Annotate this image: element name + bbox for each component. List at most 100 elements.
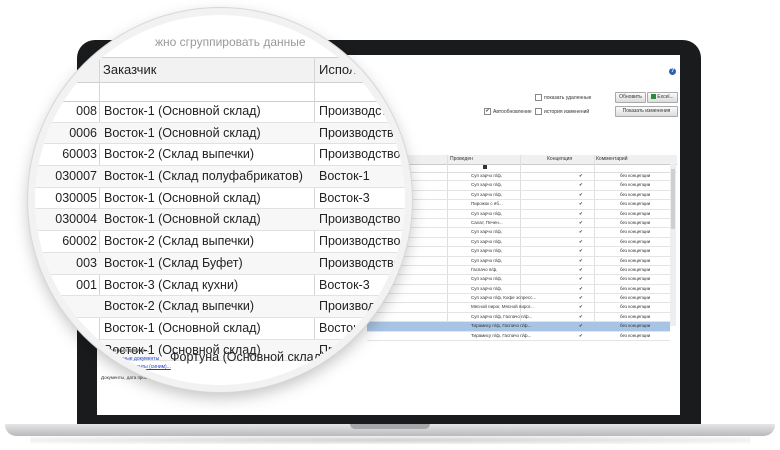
table-row[interactable]: Суп харчо п/ф, ✔ без концепции — [367, 275, 670, 285]
row-number: 0006 — [69, 125, 97, 140]
table-row[interactable]: 030007 Восток-1 (Склад полуфабрикатов) Вос… — [35, 166, 405, 188]
conducted-check-icon[interactable]: ✔ — [579, 172, 583, 180]
excel-label: Excel... — [657, 94, 674, 100]
conducted-check-icon[interactable]: ✔ — [579, 313, 583, 321]
table-row[interactable]: Суп харчо п/ф, ✔ без концепции — [367, 247, 670, 257]
row-number: 030007 — [55, 169, 97, 184]
change-history-check-icon[interactable] — [535, 108, 542, 115]
row-concept: без концепции — [620, 248, 651, 254]
table-row[interactable]: Тирамису п/ф, Гаспачо п/ф... ✔ без концепц… — [367, 332, 670, 342]
conducted-check-icon[interactable]: ✔ — [579, 238, 583, 246]
table-row[interactable]: Мясной пирог, Мясной пирог... ✔ без концеп… — [367, 303, 670, 313]
table-row[interactable]: Тирамису п/ф, Гаспачо п/ф... ✔ без концепц… — [367, 322, 670, 332]
row-producer: Производство Во — [319, 255, 405, 270]
conducted-check-icon[interactable]: ✔ — [579, 247, 583, 255]
table-row[interactable]: 003 Восток-1 (Склад Буфет) Производство Во — [35, 252, 405, 275]
table-row[interactable]: Восток-2 (Склад выпечки) Производство — [35, 296, 405, 318]
row-product: Пирожок с яб... — [471, 201, 503, 207]
filter-square-icon[interactable] — [483, 165, 487, 169]
conducted-check-icon[interactable]: ✔ — [579, 257, 583, 265]
conducted-check-icon[interactable]: ✔ — [579, 228, 583, 236]
table-row[interactable]: 001 Восток-3 (Склад кухни) Восток-3 — [35, 275, 405, 297]
table-row[interactable]: Салат, Печен... ✔ без концепции — [367, 219, 670, 229]
table-row[interactable]: 030004 Восток-1 (Основной склад) Производс… — [35, 209, 405, 232]
autoupdate-label: Автообновление — [493, 108, 532, 115]
row-product: Суп харчо п/ф, — [471, 229, 503, 235]
grid-body: Суп харчо п/ф, ✔ без концепции Суп харчо п/… — [367, 172, 670, 342]
row-supplier: Восток-1 (Основной склад) — [104, 104, 261, 118]
table-row[interactable]: Суп харчо п/ф, Гаспачо п/ф... ✔ без концеп… — [367, 313, 670, 323]
row-number: 003 — [76, 255, 97, 270]
col-supplier[interactable]: Заказчик — [103, 62, 156, 77]
magnified-filter-row[interactable] — [35, 81, 405, 102]
row-supplier: Восток-2 (Склад выпечки) — [104, 147, 254, 162]
scrollbar-thumb[interactable] — [671, 169, 675, 229]
vertical-scrollbar[interactable] — [670, 164, 676, 326]
excel-export-button[interactable]: Excel... — [647, 92, 678, 103]
conducted-check-icon[interactable]: ✔ — [579, 332, 583, 340]
table-row[interactable]: Восток-1 (Основной склад) Восток-3 — [35, 318, 405, 340]
conducted-check-icon[interactable]: ✔ — [579, 294, 583, 302]
row-concept: без концепции — [620, 173, 651, 178]
table-row[interactable]: Суп харчо п/ф, ✔ без концепции — [367, 181, 670, 191]
table-row[interactable]: Гаспачо п/ф, ✔ без концепции — [367, 266, 670, 276]
table-row[interactable]: 60003 Восток-2 (Склад выпечки) Производств… — [35, 144, 405, 167]
conducted-check-icon[interactable]: ✔ — [579, 210, 583, 218]
conducted-check-icon[interactable]: ✔ — [579, 181, 583, 189]
table-row[interactable]: Суп харчо п/ф, ✔ без концепции — [367, 257, 670, 266]
conducted-check-icon[interactable]: ✔ — [579, 219, 583, 227]
legend-unconducted: Непроведенные документы — [95, 356, 160, 362]
conducted-check-icon[interactable]: ✔ — [579, 303, 583, 311]
col-comment[interactable]: Комментарий — [596, 156, 628, 162]
show-deleted-check-icon[interactable] — [535, 94, 542, 101]
laptop-notch — [350, 424, 430, 429]
table-row[interactable]: 0006 Восток-1 (Основной склад) Производств… — [35, 122, 405, 145]
table-row[interactable]: Пирожок с яб... ✔ без концепции — [367, 200, 670, 210]
autoupdate-check-icon[interactable]: ✔ — [484, 108, 491, 115]
magnified-footer-text: Фортуна (Основной склад) — [170, 350, 326, 364]
row-product: Суп харчо п/ф, Кофе эспресс... — [471, 295, 537, 301]
row-supplier: Восток-2 (Склад выпечки) — [104, 234, 254, 249]
row-producer: Производство Вос — [319, 212, 405, 227]
help-icon[interactable]: ? — [669, 68, 676, 75]
row-number: 008 — [76, 104, 97, 118]
conducted-check-icon[interactable]: ✔ — [579, 275, 583, 283]
row-supplier: Восток-2 (Склад выпечки) — [104, 299, 254, 314]
conducted-check-icon[interactable]: ✔ — [579, 191, 583, 199]
col-producer[interactable]: Исполн — [319, 62, 364, 77]
table-row[interactable]: Суп харчо п/ф, ✔ без концепции — [367, 228, 670, 238]
row-concept: без концепции — [620, 238, 651, 244]
row-number: 60003 — [62, 147, 97, 162]
row-concept: без концепции — [620, 332, 651, 338]
conducted-check-icon[interactable]: ✔ — [579, 322, 583, 330]
conducted-check-icon[interactable]: ✔ — [579, 200, 583, 208]
change-history-checkbox[interactable]: история изменений — [535, 108, 589, 115]
table-row[interactable]: Суп харчо п/ф, ✔ без концепции — [367, 191, 670, 201]
table-row[interactable]: Суп харчо п/ф, ✔ без концепции — [367, 238, 670, 248]
autoupdate-checkbox[interactable]: ✔ Автообновление — [484, 108, 532, 115]
col-conducted[interactable]: Проведен — [450, 156, 473, 162]
table-row[interactable]: Суп харчо п/ф, Кофе эспресс... ✔ без конце… — [367, 294, 670, 304]
show-deleted-checkbox[interactable]: показать удаленные — [535, 94, 591, 101]
conducted-check-icon[interactable]: ✔ — [579, 266, 583, 274]
row-product: Суп харчо п/ф, — [471, 285, 503, 291]
row-product: Тирамису п/ф, Гаспачо п/ф... — [471, 323, 532, 329]
conducted-check-icon[interactable]: ✔ — [579, 285, 583, 293]
row-concept: без концепции — [620, 304, 651, 310]
table-row[interactable]: 008 Восток-1 (Основной склад) Производство — [35, 101, 405, 123]
group-hint: жно сгруппировать данные — [155, 35, 306, 49]
change-history-label: история изменений — [544, 108, 590, 115]
show-changes-button[interactable]: Показать изменения — [615, 106, 678, 117]
table-row[interactable]: Суп харчо п/ф, ✔ без концепции — [367, 172, 670, 182]
row-supplier: Восток-3 (Склад кухни) — [104, 277, 239, 292]
table-row[interactable]: Суп харчо п/ф, ✔ без концепции — [367, 210, 670, 219]
table-row[interactable]: 030005 Восток-1 (Основной склад) Восток-3 — [35, 188, 405, 210]
col-concept[interactable]: Концепция — [547, 156, 572, 162]
refresh-button[interactable]: Обновить — [615, 92, 646, 103]
row-product: Суп харчо п/ф, — [471, 182, 503, 188]
table-row[interactable]: 60002 Восток-2 (Склад выпечки) Производств… — [35, 231, 405, 253]
table-row[interactable]: Суп харчо п/ф, ✔ без концепции — [367, 285, 670, 295]
row-product: Гаспачо п/ф, — [471, 266, 498, 272]
magnified-grid-body: 008 Восток-1 (Основной склад) Производство… — [35, 101, 405, 362]
row-concept: без концепции — [620, 201, 651, 207]
